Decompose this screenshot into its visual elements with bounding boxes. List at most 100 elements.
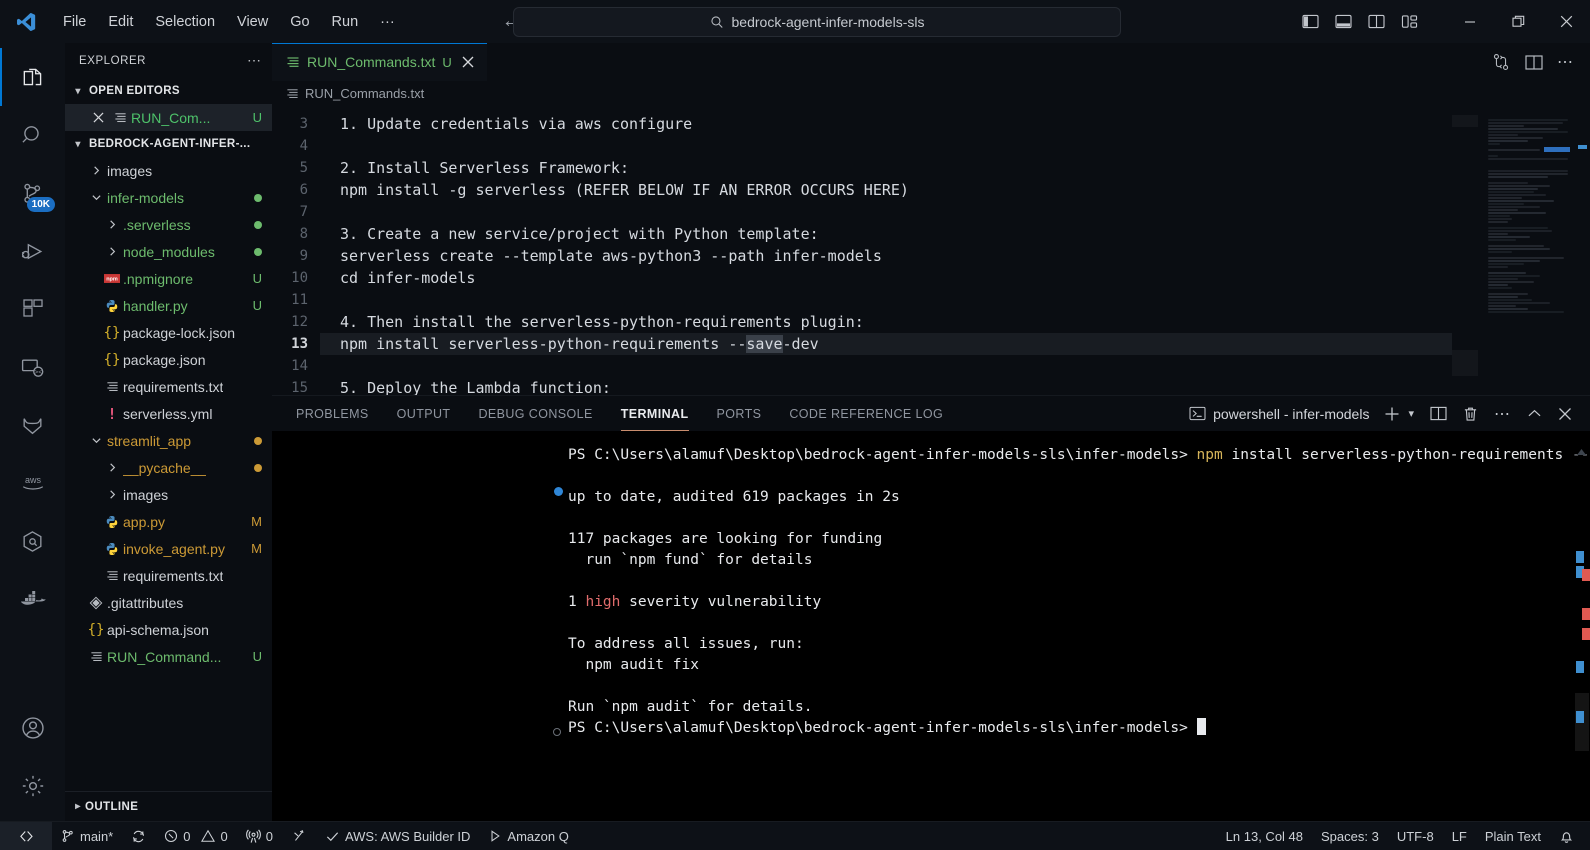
tree-item-requirements.txt[interactable]: requirements.txt xyxy=(65,373,272,400)
toggle-primary-sidebar-icon[interactable] xyxy=(1299,11,1321,33)
code-line[interactable]: 4. Then install the serverless-python-re… xyxy=(320,311,1590,333)
panel-tab-problems[interactable]: PROBLEMS xyxy=(282,396,383,431)
terminal-tab-item[interactable]: powershell - infer-models xyxy=(1182,406,1376,422)
tree-item-requirements.txt[interactable]: requirements.txt xyxy=(65,562,272,589)
status-language-mode[interactable]: Plain Text xyxy=(1476,822,1550,850)
tree-item-api-schema.json[interactable]: {} api-schema.json xyxy=(65,616,272,643)
activity-docker[interactable] xyxy=(0,570,65,628)
tree-item-images[interactable]: images xyxy=(65,157,272,184)
panel-tab-debug-console[interactable]: DEBUG CONSOLE xyxy=(464,396,606,431)
editor-scrollbar[interactable] xyxy=(1570,105,1590,395)
chevron-down-icon[interactable] xyxy=(85,192,107,203)
code-line[interactable]: 5. Deploy the Lambda function: xyxy=(320,377,1590,395)
menu-view[interactable]: View xyxy=(226,11,279,33)
minimize-icon[interactable] xyxy=(1446,0,1494,43)
status-warnings[interactable]: 0 xyxy=(199,822,236,850)
menu-run[interactable]: Run xyxy=(321,11,370,33)
code-line[interactable] xyxy=(320,201,1590,223)
split-terminal-icon[interactable] xyxy=(1422,406,1455,421)
customize-layout-icon[interactable] xyxy=(1398,11,1420,33)
status-encoding[interactable]: UTF-8 xyxy=(1388,822,1443,850)
status-eol[interactable]: LF xyxy=(1443,822,1476,850)
activity-gitlens[interactable] xyxy=(0,396,65,454)
tree-item-handler.py[interactable]: handler.py U xyxy=(65,292,272,319)
new-terminal-icon[interactable] xyxy=(1376,406,1408,422)
activity-manage-gear[interactable] xyxy=(0,757,65,815)
tree-item-node_modules[interactable]: node_modules xyxy=(65,238,272,265)
activity-extensions[interactable] xyxy=(0,280,65,338)
code-line[interactable] xyxy=(320,289,1590,311)
tree-item-infer-models[interactable]: infer-models xyxy=(65,184,272,211)
tree-item-images[interactable]: images xyxy=(65,481,272,508)
terminal-scrollbar[interactable] xyxy=(1568,431,1590,821)
editor-tab-run-commands[interactable]: RUN_Commands.txt U xyxy=(272,43,488,81)
more-actions-icon[interactable]: ⋯ xyxy=(1486,404,1519,424)
panel-tab-terminal[interactable]: TERMINAL xyxy=(607,396,703,431)
more-actions-icon[interactable]: ⋯ xyxy=(1557,52,1574,72)
tree-item-.serverless[interactable]: .serverless xyxy=(65,211,272,238)
code-line[interactable]: npm install -g serverless (REFER BELOW I… xyxy=(320,179,1590,201)
close-icon[interactable] xyxy=(459,56,477,68)
terminal-view[interactable]: PS C:\Users\alamuf\Desktop\bedrock-agent… xyxy=(272,431,1590,821)
tree-item-invoke_agent.py[interactable]: invoke_agent.py M xyxy=(65,535,272,562)
split-editor-icon[interactable] xyxy=(1525,54,1543,71)
activity-amazon-q[interactable] xyxy=(0,512,65,570)
activity-remote-explorer[interactable]: >< xyxy=(0,338,65,396)
status-aws-connection[interactable]: AWS: AWS Builder ID xyxy=(316,822,479,850)
chevron-right-icon[interactable] xyxy=(101,219,123,230)
minimap[interactable] xyxy=(1452,105,1570,395)
maximize-panel-icon[interactable] xyxy=(1519,407,1550,420)
status-indentation[interactable]: Spaces: 3 xyxy=(1312,822,1388,850)
menu-go[interactable]: Go xyxy=(279,11,320,33)
status-sync[interactable] xyxy=(122,822,155,850)
activity-explorer[interactable] xyxy=(0,48,65,106)
code-line[interactable] xyxy=(320,135,1590,157)
chevron-right-icon[interactable] xyxy=(101,246,123,257)
chevron-right-icon[interactable] xyxy=(101,462,123,473)
code-line[interactable] xyxy=(320,355,1590,377)
section-outline[interactable]: ▸ OUTLINE xyxy=(65,791,272,821)
status-cursor-position[interactable]: Ln 13, Col 48 xyxy=(1217,822,1312,850)
status-python-interpreter[interactable] xyxy=(282,822,316,850)
section-project-root[interactable]: ▾ BEDROCK-AGENT-INFER-... xyxy=(65,131,272,157)
menu-file[interactable]: File xyxy=(52,11,97,33)
status-errors[interactable]: 0 xyxy=(155,822,199,850)
activity-run-and-debug[interactable] xyxy=(0,222,65,280)
code-line[interactable]: 1. Update credentials via aws configure xyxy=(320,113,1590,135)
breadcrumb[interactable]: RUN_Commands.txt xyxy=(272,81,1590,105)
status-notifications[interactable] xyxy=(1550,822,1590,850)
code-content[interactable]: 1. Update credentials via aws configure 2… xyxy=(320,105,1590,395)
code-line[interactable]: npm install serverless-python-requiremen… xyxy=(320,333,1590,355)
close-icon[interactable] xyxy=(1542,0,1590,43)
close-icon[interactable] xyxy=(87,112,109,123)
minimap-viewport[interactable] xyxy=(1452,350,1478,376)
panel-tab-ports[interactable]: PORTS xyxy=(703,396,776,431)
tree-item-__pycache__[interactable]: __pycache__ xyxy=(65,454,272,481)
tree-item-app.py[interactable]: app.py M xyxy=(65,508,272,535)
compare-changes-icon[interactable] xyxy=(1491,52,1511,72)
menu-selection[interactable]: Selection xyxy=(144,11,226,33)
ellipsis-icon[interactable]: ⋯ xyxy=(247,52,262,69)
kill-terminal-icon[interactable] xyxy=(1455,406,1486,422)
tree-item-package.json[interactable]: {} package.json xyxy=(65,346,272,373)
code-line[interactable]: 3. Create a new service/project with Pyt… xyxy=(320,223,1590,245)
chevron-right-icon[interactable] xyxy=(85,165,107,176)
activity-accounts[interactable] xyxy=(0,699,65,757)
chevron-down-icon[interactable] xyxy=(85,435,107,446)
activity-aws-toolkit[interactable]: aws xyxy=(0,454,65,512)
open-editor-item[interactable]: RUN_Com... U xyxy=(65,104,272,131)
status-ports[interactable]: 0 xyxy=(237,822,282,850)
status-branch[interactable]: main* xyxy=(52,822,122,850)
panel-tab-output[interactable]: OUTPUT xyxy=(383,396,465,431)
remote-window-icon[interactable] xyxy=(0,821,52,850)
tree-item-run_command...[interactable]: RUN_Command... U xyxy=(65,643,272,670)
toggle-panel-icon[interactable] xyxy=(1332,11,1354,33)
tree-item-streamlit_app[interactable]: streamlit_app xyxy=(65,427,272,454)
text-editor[interactable]: 345678910111213141516 1. Update credenti… xyxy=(272,105,1590,395)
panel-tab-code-reference-log[interactable]: CODE REFERENCE LOG xyxy=(775,396,957,431)
code-line[interactable]: serverless create --template aws-python3… xyxy=(320,245,1590,267)
tree-item-package-lock.json[interactable]: {} package-lock.json xyxy=(65,319,272,346)
restore-icon[interactable] xyxy=(1494,0,1542,43)
status-amazon-q[interactable]: Amazon Q xyxy=(479,822,577,850)
toggle-secondary-sidebar-icon[interactable] xyxy=(1365,11,1387,33)
